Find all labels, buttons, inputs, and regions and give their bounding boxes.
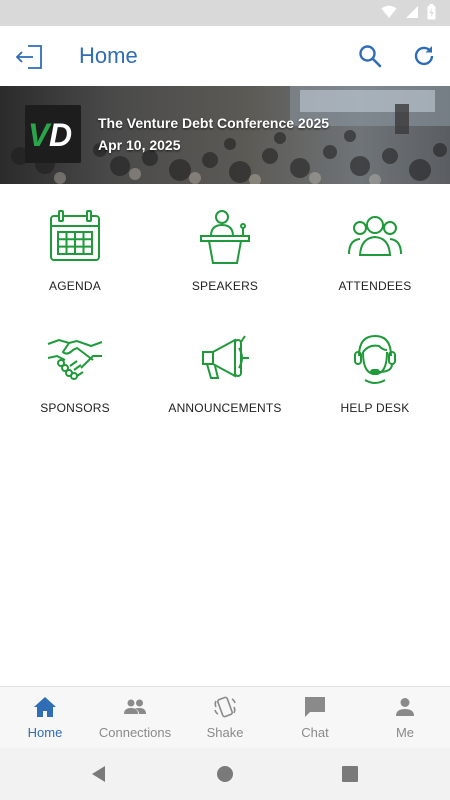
battery-icon [427,4,436,20]
status-bar [0,0,450,26]
tile-label: AGENDA [49,279,101,293]
bottom-nav: Home Connections Shake Chat Me [0,686,450,748]
tile-label: SPONSORS [40,401,110,415]
nav-chat[interactable]: Chat [270,687,360,749]
event-title: The Venture Debt Conference 2025 [98,115,330,131]
page-title: Home [79,43,138,68]
people-icon [124,699,146,714]
podium-icon [200,210,250,264]
chat-icon [305,697,325,717]
handshake-icon [47,338,103,380]
headset-icon [354,334,396,384]
svg-text:D: D [49,117,72,153]
system-nav-bar [0,748,450,800]
status-icons [381,4,436,20]
refresh-icon[interactable] [411,43,437,69]
recents-icon[interactable] [340,764,360,784]
nav-home[interactable]: Home [0,687,90,749]
person-icon [396,698,414,716]
exit-icon[interactable] [14,41,46,73]
nav-label: Shake [206,725,244,740]
nav-label: Me [395,725,415,740]
event-date: Apr 10, 2025 [98,137,181,153]
shake-icon [214,696,236,718]
nav-me[interactable]: Me [360,687,450,749]
tile-label: ANNOUNCEMENTS [168,401,282,415]
tile-label: SPEAKERS [191,279,259,293]
tile-agenda[interactable]: AGENDA [0,184,150,306]
calendar-icon [50,210,100,261]
tile-label: ATTENDEES [338,279,412,293]
tile-label: HELP DESK [340,401,410,415]
home-circle-icon[interactable] [215,764,235,784]
nav-label: Chat [301,725,329,740]
wifi-icon [381,5,397,18]
megaphone-icon [202,335,249,379]
tile-announcements[interactable]: ANNOUNCEMENTS [150,306,300,428]
signal-icon [406,6,418,18]
event-logo: V D [25,105,81,163]
people-icon [348,216,402,256]
tile-speakers[interactable]: SPEAKERS [150,184,300,306]
nav-connections[interactable]: Connections [90,687,180,749]
nav-label: Home [27,725,63,740]
back-icon[interactable] [89,764,109,784]
event-banner[interactable]: V D The Venture Debt Conference 2025 Apr… [0,86,450,184]
tile-sponsors[interactable]: SPONSORS [0,306,150,428]
tile-help-desk[interactable]: HELP DESK [300,306,450,428]
app-bar: Home [0,26,450,86]
tile-attendees[interactable]: ATTENDEES [300,184,450,306]
home-icon [34,697,56,717]
nav-label: Connections [98,725,172,740]
search-icon[interactable] [357,43,383,69]
nav-shake[interactable]: Shake [180,687,270,749]
